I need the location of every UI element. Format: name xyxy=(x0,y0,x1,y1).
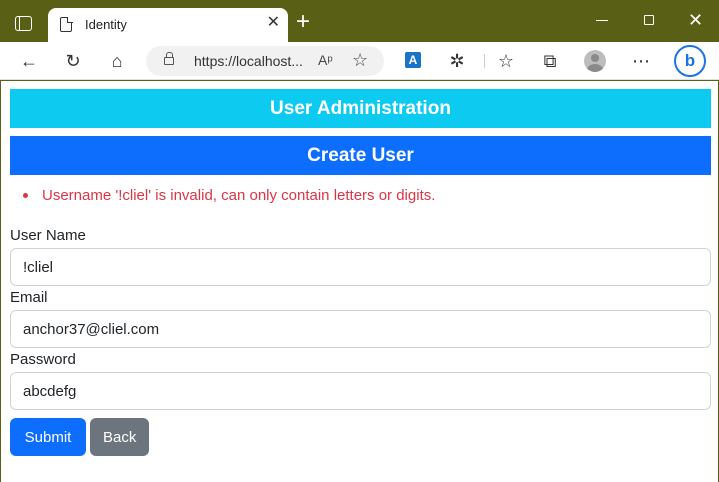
page-content: User Administration Create User Username… xyxy=(0,81,719,482)
profile-avatar-icon[interactable] xyxy=(584,50,606,72)
url-text[interactable]: https://localhost... xyxy=(194,53,303,69)
tab-title: Identity xyxy=(85,17,127,32)
collections-icon[interactable]: ⧉ xyxy=(537,48,563,74)
sidebar-toggle-icon[interactable] xyxy=(15,16,32,31)
back-button[interactable]: Back xyxy=(90,418,149,456)
address-bar[interactable]: https://localhost... Aᵖ ☆ xyxy=(146,46,384,76)
browser-tab[interactable]: Identity ✕ xyxy=(48,8,288,42)
tab-close-icon[interactable]: ✕ xyxy=(267,13,280,33)
maximize-icon[interactable] xyxy=(644,15,654,25)
bing-copilot-icon[interactable]: b xyxy=(674,45,706,77)
username-label: User Name xyxy=(10,227,86,244)
username-input[interactable] xyxy=(10,248,711,286)
new-tab-icon[interactable]: + xyxy=(296,9,310,35)
add-favorite-icon[interactable]: ☆ xyxy=(352,50,368,71)
extensions-icon[interactable]: ✲ xyxy=(444,48,470,74)
validation-error: Username '!cliel' is invalid, can only c… xyxy=(23,187,435,204)
window-close-icon[interactable]: ✕ xyxy=(688,10,703,30)
email-input[interactable] xyxy=(10,310,711,348)
bing-letter: b xyxy=(684,51,696,70)
submit-button[interactable]: Submit xyxy=(10,418,86,456)
minimize-icon[interactable] xyxy=(596,20,608,22)
create-user-banner: Create User xyxy=(10,136,711,175)
refresh-icon[interactable]: ↻ xyxy=(60,48,86,74)
favorites-icon[interactable]: ☆ xyxy=(493,48,519,74)
home-icon[interactable]: ⌂ xyxy=(104,48,130,74)
read-aloud-icon[interactable]: Aᵖ xyxy=(318,52,333,68)
translator-extension-icon[interactable]: A xyxy=(405,52,421,68)
validation-errors: Username '!cliel' is invalid, can only c… xyxy=(23,187,435,204)
browser-toolbar: ← ↻ ⌂ https://localhost... Aᵖ ☆ A ✲ ☆ ⧉ … xyxy=(0,42,719,80)
toolbar-divider xyxy=(484,54,485,68)
lock-icon[interactable] xyxy=(164,52,174,65)
email-label: Email xyxy=(10,289,48,306)
back-arrow-icon[interactable]: ← xyxy=(16,48,42,74)
more-options-icon[interactable]: ⋯ xyxy=(628,48,654,74)
password-input[interactable] xyxy=(10,372,711,410)
admin-banner: User Administration xyxy=(10,89,711,128)
browser-titlebar: Identity ✕ + ✕ xyxy=(0,0,719,42)
password-label: Password xyxy=(10,351,76,368)
page-icon xyxy=(60,16,73,32)
